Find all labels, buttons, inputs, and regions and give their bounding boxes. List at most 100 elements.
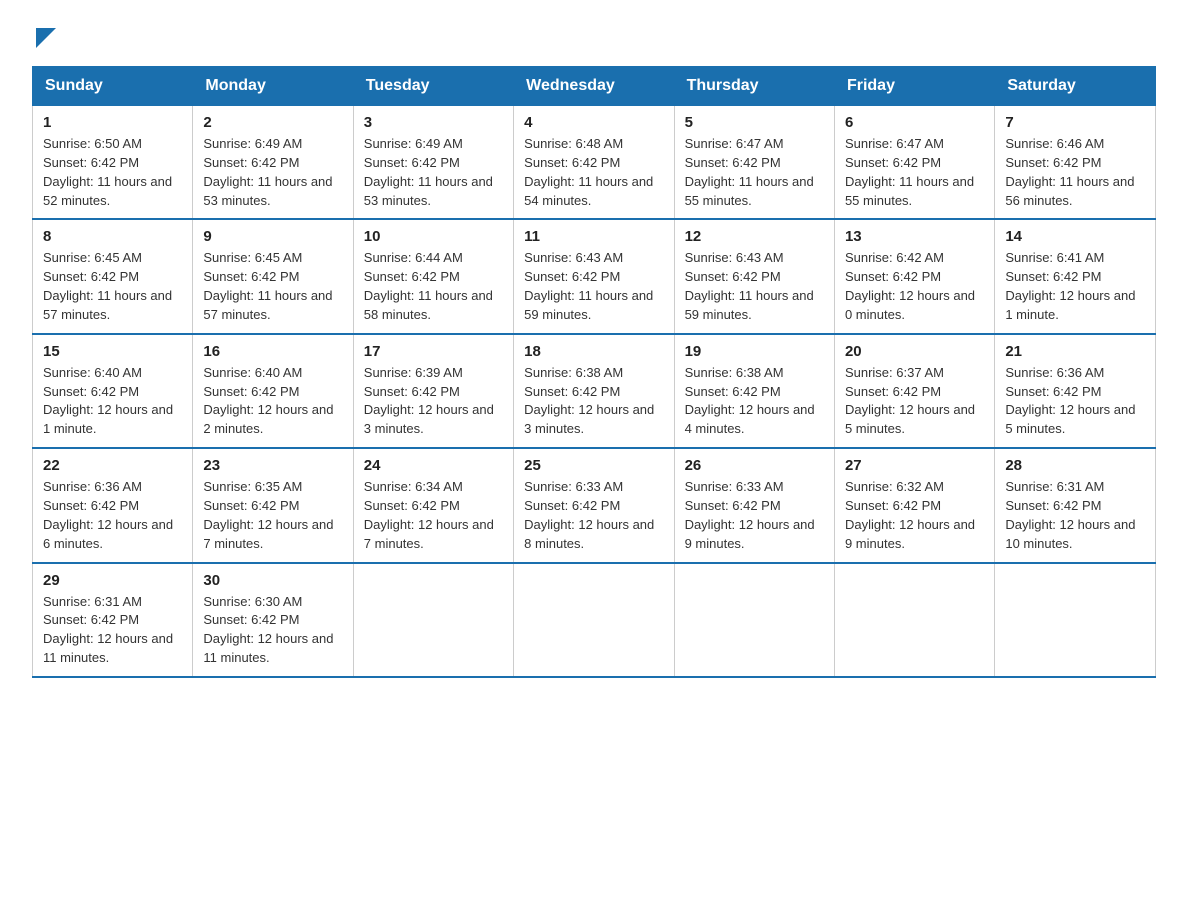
col-header-tuesday: Tuesday xyxy=(353,67,513,106)
col-header-thursday: Thursday xyxy=(674,67,834,106)
day-number: 25 xyxy=(524,457,663,474)
day-info: Sunrise: 6:49 AMSunset: 6:42 PMDaylight:… xyxy=(203,135,342,210)
day-number: 29 xyxy=(43,572,182,589)
calendar-cell: 19 Sunrise: 6:38 AMSunset: 6:42 PMDayligh… xyxy=(674,334,834,448)
calendar-cell: 26Sunrise: 6:33 AMSunset: 6:42 PMDayligh… xyxy=(674,448,834,562)
day-info: Sunrise: 6:50 AMSunset: 6:42 PMDaylight:… xyxy=(43,135,182,210)
day-number: 21 xyxy=(1005,343,1145,360)
day-info: Sunrise: 6:37 AMSunset: 6:42 PMDaylight:… xyxy=(845,364,984,439)
col-header-saturday: Saturday xyxy=(995,67,1156,106)
day-number: 16 xyxy=(203,343,342,360)
day-number: 19 xyxy=(685,343,824,360)
day-number: 11 xyxy=(524,228,663,245)
day-number: 24 xyxy=(364,457,503,474)
day-info: Sunrise: 6:30 AMSunset: 6:42 PMDaylight:… xyxy=(203,593,342,668)
calendar-cell: 25 Sunrise: 6:33 AMSunset: 6:42 PMDayligh… xyxy=(514,448,674,562)
week-row-2: 8Sunrise: 6:45 AMSunset: 6:42 PMDaylight… xyxy=(33,219,1156,333)
calendar-cell: 29 Sunrise: 6:31 AMSunset: 6:42 PMDayligh… xyxy=(33,563,193,677)
calendar-cell: 14Sunrise: 6:41 AMSunset: 6:42 PMDayligh… xyxy=(995,219,1156,333)
week-row-3: 15 Sunrise: 6:40 AMSunset: 6:42 PMDayligh… xyxy=(33,334,1156,448)
week-row-5: 29 Sunrise: 6:31 AMSunset: 6:42 PMDayligh… xyxy=(33,563,1156,677)
day-info: Sunrise: 6:31 AMSunset: 6:42 PMDaylight:… xyxy=(1005,478,1145,553)
day-info: Sunrise: 6:41 AMSunset: 6:42 PMDaylight:… xyxy=(1005,249,1145,324)
day-number: 7 xyxy=(1005,114,1145,131)
calendar-cell: 7 Sunrise: 6:46 AMSunset: 6:42 PMDaylight… xyxy=(995,106,1156,220)
day-info: Sunrise: 6:49 AMSunset: 6:42 PMDaylight:… xyxy=(364,135,503,210)
col-header-monday: Monday xyxy=(193,67,353,106)
day-number: 20 xyxy=(845,343,984,360)
week-row-4: 22 Sunrise: 6:36 AMSunset: 6:42 PMDayligh… xyxy=(33,448,1156,562)
calendar-cell: 5 Sunrise: 6:47 AMSunset: 6:42 PMDaylight… xyxy=(674,106,834,220)
day-info: Sunrise: 6:35 AMSunset: 6:42 PMDaylight:… xyxy=(203,478,342,553)
calendar-cell: 11Sunrise: 6:43 AMSunset: 6:42 PMDayligh… xyxy=(514,219,674,333)
logo xyxy=(32,24,56,48)
day-number: 17 xyxy=(364,343,503,360)
day-number: 2 xyxy=(203,114,342,131)
week-row-1: 1 Sunrise: 6:50 AMSunset: 6:42 PMDaylight… xyxy=(33,106,1156,220)
day-number: 1 xyxy=(43,114,182,131)
day-number: 15 xyxy=(43,343,182,360)
calendar-cell: 13Sunrise: 6:42 AMSunset: 6:42 PMDayligh… xyxy=(834,219,994,333)
calendar-cell: 24 Sunrise: 6:34 AMSunset: 6:42 PMDayligh… xyxy=(353,448,513,562)
col-header-sunday: Sunday xyxy=(33,67,193,106)
day-info: Sunrise: 6:46 AMSunset: 6:42 PMDaylight:… xyxy=(1005,135,1145,210)
day-info: Sunrise: 6:43 AMSunset: 6:42 PMDaylight:… xyxy=(685,249,824,324)
calendar-cell: 22 Sunrise: 6:36 AMSunset: 6:42 PMDayligh… xyxy=(33,448,193,562)
calendar-cell: 2 Sunrise: 6:49 AMSunset: 6:42 PMDaylight… xyxy=(193,106,353,220)
calendar-cell: 3 Sunrise: 6:49 AMSunset: 6:42 PMDaylight… xyxy=(353,106,513,220)
day-number: 4 xyxy=(524,114,663,131)
calendar-cell: 12 Sunrise: 6:43 AMSunset: 6:42 PMDayligh… xyxy=(674,219,834,333)
calendar-cell: 15Sunrise: 6:40 AMSunset: 6:42 PMDayligh… xyxy=(33,334,193,448)
col-header-friday: Friday xyxy=(834,67,994,106)
calendar-cell: 16 Sunrise: 6:40 AMSunset: 6:42 PMDayligh… xyxy=(193,334,353,448)
calendar-cell: 9Sunrise: 6:45 AMSunset: 6:42 PMDaylight… xyxy=(193,219,353,333)
logo-triangle-icon xyxy=(36,28,56,48)
calendar-cell: 6 Sunrise: 6:47 AMSunset: 6:42 PMDaylight… xyxy=(834,106,994,220)
day-info: Sunrise: 6:47 AMSunset: 6:42 PMDaylight:… xyxy=(685,135,824,210)
day-info: Sunrise: 6:48 AMSunset: 6:42 PMDaylight:… xyxy=(524,135,663,210)
day-number: 30 xyxy=(203,572,342,589)
day-number: 9 xyxy=(203,228,342,245)
col-header-wednesday: Wednesday xyxy=(514,67,674,106)
calendar-cell: 1 Sunrise: 6:50 AMSunset: 6:42 PMDaylight… xyxy=(33,106,193,220)
day-number: 3 xyxy=(364,114,503,131)
calendar-cell: 20 Sunrise: 6:37 AMSunset: 6:42 PMDayligh… xyxy=(834,334,994,448)
day-number: 26 xyxy=(685,457,824,474)
calendar-cell: 21 Sunrise: 6:36 AMSunset: 6:42 PMDayligh… xyxy=(995,334,1156,448)
calendar-cell xyxy=(514,563,674,677)
day-info: Sunrise: 6:36 AMSunset: 6:42 PMDaylight:… xyxy=(43,478,182,553)
day-number: 8 xyxy=(43,228,182,245)
day-number: 6 xyxy=(845,114,984,131)
day-number: 12 xyxy=(685,228,824,245)
day-info: Sunrise: 6:33 AMSunset: 6:42 PMDaylight:… xyxy=(524,478,663,553)
day-number: 18 xyxy=(524,343,663,360)
day-info: Sunrise: 6:44 AMSunset: 6:42 PMDaylight:… xyxy=(364,249,503,324)
calendar-cell xyxy=(995,563,1156,677)
day-info: Sunrise: 6:42 AMSunset: 6:42 PMDaylight:… xyxy=(845,249,984,324)
day-number: 10 xyxy=(364,228,503,245)
day-info: Sunrise: 6:39 AMSunset: 6:42 PMDaylight:… xyxy=(364,364,503,439)
page-header xyxy=(32,24,1156,48)
calendar-cell xyxy=(834,563,994,677)
calendar-cell: 4 Sunrise: 6:48 AMSunset: 6:42 PMDaylight… xyxy=(514,106,674,220)
day-info: Sunrise: 6:38 AMSunset: 6:42 PMDaylight:… xyxy=(685,364,824,439)
day-number: 27 xyxy=(845,457,984,474)
calendar-cell: 10 Sunrise: 6:44 AMSunset: 6:42 PMDayligh… xyxy=(353,219,513,333)
day-info: Sunrise: 6:36 AMSunset: 6:42 PMDaylight:… xyxy=(1005,364,1145,439)
calendar-header-row: SundayMondayTuesdayWednesdayThursdayFrid… xyxy=(33,67,1156,106)
day-number: 22 xyxy=(43,457,182,474)
calendar-cell: 28 Sunrise: 6:31 AMSunset: 6:42 PMDayligh… xyxy=(995,448,1156,562)
calendar-cell: 30 Sunrise: 6:30 AMSunset: 6:42 PMDayligh… xyxy=(193,563,353,677)
calendar-cell xyxy=(674,563,834,677)
day-number: 23 xyxy=(203,457,342,474)
day-info: Sunrise: 6:31 AMSunset: 6:42 PMDaylight:… xyxy=(43,593,182,668)
day-number: 28 xyxy=(1005,457,1145,474)
calendar-cell: 17 Sunrise: 6:39 AMSunset: 6:42 PMDayligh… xyxy=(353,334,513,448)
day-info: Sunrise: 6:40 AMSunset: 6:42 PMDaylight:… xyxy=(203,364,342,439)
day-number: 5 xyxy=(685,114,824,131)
calendar-cell xyxy=(353,563,513,677)
day-info: Sunrise: 6:47 AMSunset: 6:42 PMDaylight:… xyxy=(845,135,984,210)
calendar-table: SundayMondayTuesdayWednesdayThursdayFrid… xyxy=(32,66,1156,678)
day-info: Sunrise: 6:34 AMSunset: 6:42 PMDaylight:… xyxy=(364,478,503,553)
calendar-cell: 18Sunrise: 6:38 AMSunset: 6:42 PMDayligh… xyxy=(514,334,674,448)
